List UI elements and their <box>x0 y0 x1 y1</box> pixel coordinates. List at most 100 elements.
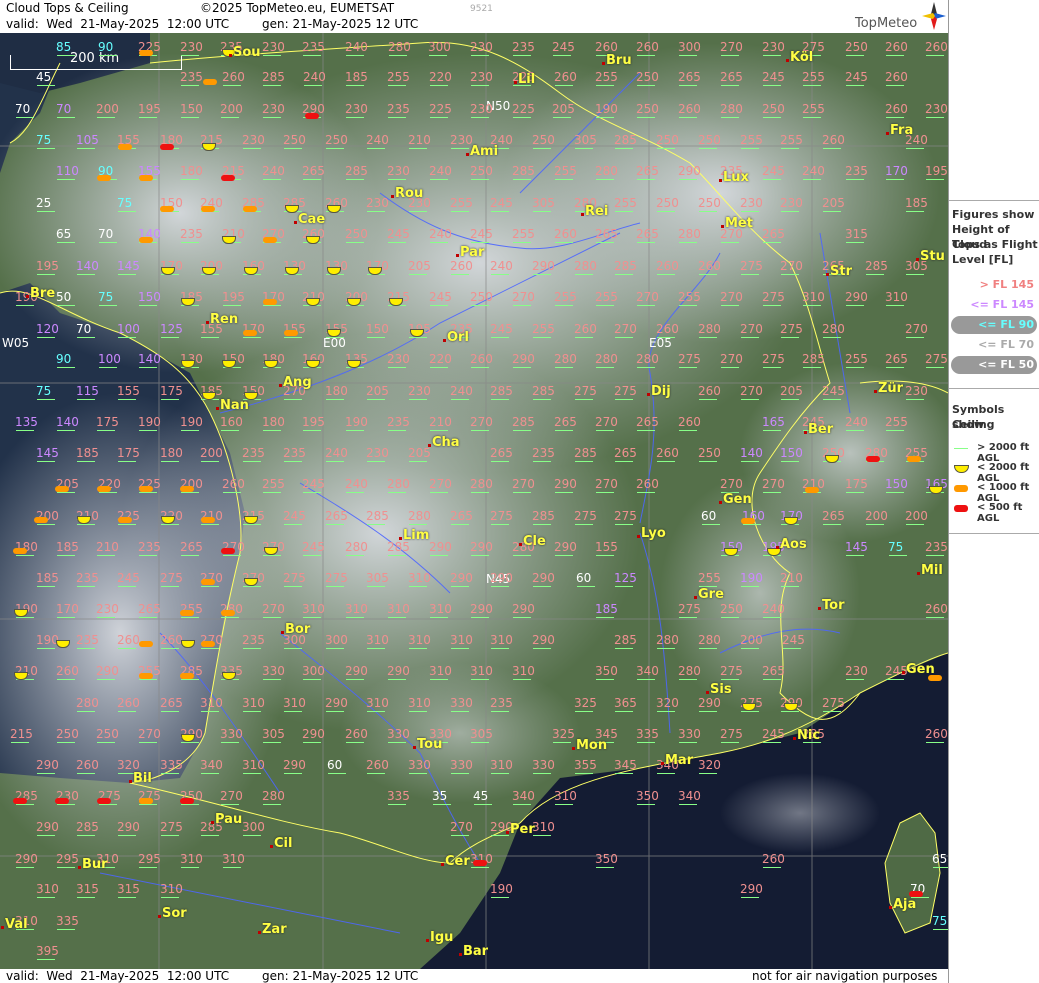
flight-level-value: 240 <box>303 70 326 84</box>
flight-level-value: 260 <box>554 70 577 84</box>
flight-level-value: 245 <box>490 322 513 336</box>
flight-level-value: 265 <box>636 415 659 429</box>
flight-level-value: 275 <box>574 509 597 523</box>
flight-level-value: 265 <box>678 70 701 84</box>
ceiling-line-symbol <box>533 586 551 587</box>
ceiling-line-symbol <box>367 586 385 587</box>
legend-fl-heading-4: Level [FL] <box>952 253 1014 266</box>
generated-time: gen: 21-May-2025 12 UTC <box>262 17 419 31</box>
ceiling-line-symbol <box>37 211 55 212</box>
ceiling-line-symbol <box>596 679 614 680</box>
flight-level-value: 340 <box>512 789 535 803</box>
ceiling-line-symbol <box>596 555 614 556</box>
ceiling-line-symbol <box>16 617 34 618</box>
ceiling-line-symbol <box>555 804 573 805</box>
ceiling-line-symbol <box>346 679 364 680</box>
flight-level-value: 280 <box>595 352 618 366</box>
ceiling-line-symbol <box>118 211 136 212</box>
flight-level-value: 245 <box>845 70 868 84</box>
flight-level-value: 250 <box>470 164 493 178</box>
flight-level-value: 175 <box>96 415 119 429</box>
flight-level-value: 270 <box>636 290 659 304</box>
ceiling-line-symbol <box>388 430 406 431</box>
flight-level-value: 265 <box>762 227 785 241</box>
city-label: Bre <box>30 286 56 301</box>
ceiling-line-symbol <box>679 367 697 368</box>
city-marker <box>706 691 709 694</box>
flight-level-value: 235 <box>845 164 868 178</box>
city-marker <box>456 254 459 257</box>
flight-level-value: 250 <box>636 102 659 116</box>
flight-level-value: 240 <box>429 164 452 178</box>
ceiling-under-1000-symbol <box>201 579 215 585</box>
ceiling-line-symbol <box>263 555 281 556</box>
ceiling-line-symbol <box>926 117 944 118</box>
flight-level-value: 260 <box>117 696 140 710</box>
flight-level-value: 310 <box>387 602 410 616</box>
flight-level-value: 290 <box>387 664 410 678</box>
ceiling-under-500-symbol <box>221 175 235 181</box>
ceiling-line-symbol <box>451 274 469 275</box>
ceiling-line-symbol <box>596 617 614 618</box>
flight-level-value: 185 <box>36 571 59 585</box>
ceiling-line-symbol <box>57 179 75 180</box>
flight-level-value: 150 <box>780 446 803 460</box>
flight-level-value: 275 <box>740 259 763 273</box>
city-marker <box>602 62 605 65</box>
city-label: Mar <box>665 753 694 768</box>
flight-level-value: 240 <box>450 384 473 398</box>
ceiling-line-symbol <box>346 55 364 56</box>
ceiling-line-symbol <box>181 617 199 618</box>
flight-level-value: 60 <box>576 571 592 585</box>
ceiling-line-symbol <box>781 399 799 400</box>
flight-level-value: 250 <box>636 70 659 84</box>
ceiling-line-symbol <box>409 586 427 587</box>
flight-level-value: 310 <box>160 882 183 896</box>
city-marker <box>441 863 444 866</box>
ceiling-line-symbol <box>846 555 864 556</box>
flight-level-value: 235 <box>242 446 265 460</box>
flight-level-value: 355 <box>574 758 597 772</box>
ceiling-line-symbol <box>388 804 406 805</box>
city-marker <box>804 431 807 434</box>
ceiling-line-symbol <box>596 85 614 86</box>
ceiling-line-symbol <box>223 85 241 86</box>
city-marker <box>818 607 821 610</box>
ceiling-line-symbol <box>555 492 573 493</box>
ceiling-line-symbol <box>491 897 509 898</box>
ceiling-line-symbol <box>161 897 179 898</box>
flight-level-value: 125 <box>614 571 637 585</box>
city-marker <box>826 273 829 276</box>
flight-level-value: 290 <box>512 602 535 616</box>
ceiling-line-symbol <box>657 648 675 649</box>
flight-level-value: 230 <box>262 40 285 54</box>
flight-level-value: 260 <box>160 633 183 647</box>
legend-level-label: <= FL 90 <box>978 318 1034 331</box>
flight-level-value: 335 <box>636 727 659 741</box>
ceiling-line-symbol <box>388 242 406 243</box>
ceiling-line-symbol <box>161 711 179 712</box>
ceiling-line-symbol <box>679 179 697 180</box>
flight-level-value: 150 <box>180 102 203 116</box>
ceiling-line-symbol <box>471 242 489 243</box>
ceiling-line-symbol <box>679 679 697 680</box>
legend-symbol-row: > 2000 ft AGL <box>949 440 1039 464</box>
flight-level-value: 245 <box>470 227 493 241</box>
satellite-map[interactable]: 200 km N50 N45 E00 E05 W05 85 90 225 230 235 230 2… <box>0 33 948 969</box>
flight-level-value: 50 <box>56 290 72 304</box>
ceiling-line-symbol <box>803 85 821 86</box>
flight-level-value: 270 <box>138 727 161 741</box>
city-marker <box>399 537 402 540</box>
ceiling-line-symbol <box>699 274 717 275</box>
ceiling-line-symbol <box>430 367 448 368</box>
city-label: Igu <box>430 930 454 945</box>
flight-level-value: 205 <box>780 384 803 398</box>
ceiling-line-symbol <box>37 773 55 774</box>
flight-level-value: 285 <box>262 70 285 84</box>
flight-level-value: 290 <box>36 820 59 834</box>
ceiling-line-symbol <box>781 586 799 587</box>
flight-level-value: 260 <box>366 758 389 772</box>
flight-level-value: 340 <box>636 664 659 678</box>
ceiling-line-symbol <box>118 648 136 649</box>
ceiling-line-symbol <box>77 897 95 898</box>
